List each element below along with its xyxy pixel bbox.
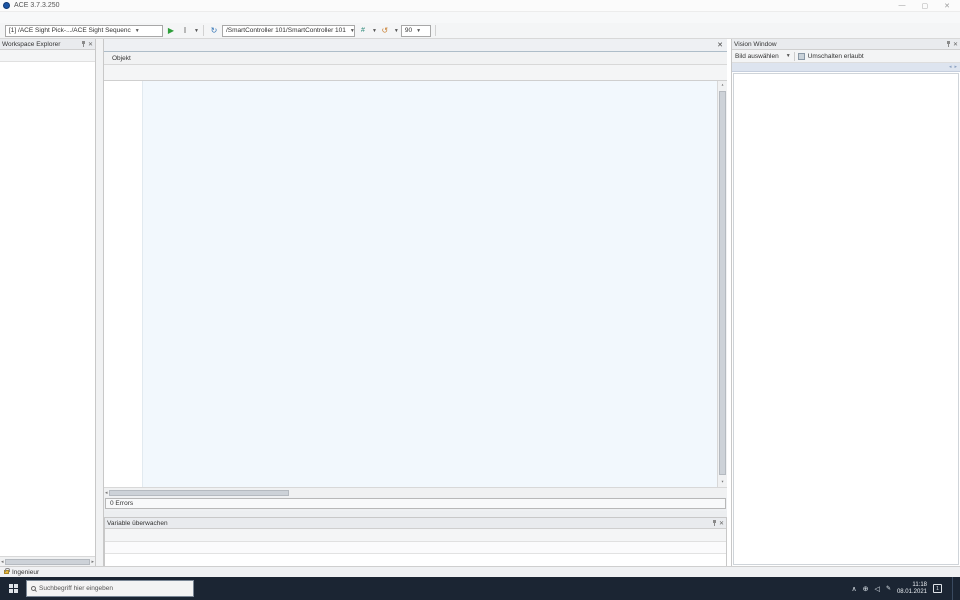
watch-title: Variable überwachen <box>107 520 168 527</box>
pin-icon[interactable] <box>947 41 950 47</box>
objekt-bar[interactable]: Objekt <box>104 52 727 65</box>
close-panel-icon[interactable]: ✕ <box>953 41 958 48</box>
prev-image-icon[interactable]: ◂ <box>949 64 952 70</box>
app-logo-icon <box>3 2 10 9</box>
status-bar: Ingenieur <box>0 566 960 577</box>
jog-pendant-icon[interactable]: # <box>357 25 369 37</box>
code-editor[interactable]: ▴ ▾ <box>104 81 727 487</box>
watch-toolbar <box>105 529 726 542</box>
editor-tab-bar: ✕ <box>104 39 727 52</box>
workspace-tree <box>0 63 95 556</box>
system-tray: ∧ ⊕ ◁ ✎ 11:18 08.01.2021 1 <box>852 577 960 600</box>
left-splitter[interactable] <box>96 39 104 566</box>
refresh-icon[interactable]: ↻ <box>208 25 220 37</box>
task-selector-combo[interactable]: [1] /ACE Sight Pick-.../ACE Sight Sequen… <box>5 25 163 37</box>
menu-bar <box>0 12 960 23</box>
objekt-label: Objekt <box>112 55 131 62</box>
minimize-button[interactable]: — <box>899 2 906 10</box>
close-panel-icon[interactable]: ✕ <box>88 41 93 48</box>
select-image-caret[interactable]: ▼ <box>786 53 791 59</box>
user-role-label: Ingenieur <box>12 569 39 576</box>
pin-icon[interactable] <box>713 520 716 526</box>
controller-combo[interactable]: /SmartController 101/SmartController 101… <box>222 25 355 37</box>
vision-title: Vision Window <box>734 41 777 48</box>
lock-icon <box>4 570 9 574</box>
volume-icon[interactable]: ◁ <box>875 585 880 593</box>
start-button[interactable] <box>0 577 26 600</box>
tray-expand-icon[interactable]: ∧ <box>852 585 857 593</box>
image-nav-strip: ◂ ▸ <box>732 63 960 72</box>
clock[interactable]: 11:18 08.01.2021 <box>897 582 927 596</box>
toggle-allowed-checkbox[interactable] <box>798 53 805 60</box>
variable-watch-panel: Variable überwachen ✕ <box>104 517 727 566</box>
pen-icon[interactable]: ✎ <box>886 585 891 592</box>
watch-header-row <box>105 542 726 554</box>
action-center-icon[interactable]: 1 <box>933 584 942 593</box>
pause-caret[interactable]: ▼ <box>194 28 199 34</box>
vision-window-panel: Vision Window ✕ Bild auswählen ▼ Umschal… <box>731 39 960 566</box>
editor-hscrollbar[interactable]: ◂ <box>104 487 727 497</box>
windows-taskbar: Suchbegriff hier eingeben ∧ ⊕ ◁ ✎ 11:18 … <box>0 577 960 600</box>
power-icon[interactable]: ↺ <box>379 25 391 37</box>
taskbar-search-input[interactable]: Suchbegriff hier eingeben <box>26 580 194 597</box>
run-button[interactable]: ▶ <box>165 25 177 37</box>
editor-vscrollbar[interactable]: ▴ ▾ <box>717 81 727 487</box>
tree-hscrollbar[interactable]: ◂▸ <box>0 556 95 566</box>
error-status-bar: 0 Errors <box>104 497 727 511</box>
pin-icon[interactable] <box>82 41 85 47</box>
error-count: 0 Errors <box>110 500 133 507</box>
editor-toolbar <box>104 65 727 81</box>
jog-caret[interactable]: ▼ <box>372 28 377 34</box>
power-caret[interactable]: ▼ <box>394 28 399 34</box>
editor-panel: ✕ Objekt ▴ ▾ ◂ 0 Errors <box>104 39 727 511</box>
search-icon <box>31 586 36 591</box>
select-image-button[interactable]: Bild auswählen <box>735 53 779 60</box>
speed-combo[interactable]: 90▼ <box>401 25 431 37</box>
workspace-toolbar <box>0 50 95 62</box>
search-placeholder: Suchbegriff hier eingeben <box>39 585 113 592</box>
workspace-explorer-title: Workspace Explorer <box>2 41 60 48</box>
close-button[interactable]: ✕ <box>944 2 950 10</box>
window-title: ACE 3.7.3.250 <box>14 2 60 9</box>
workspace-explorer-panel: Workspace Explorer ✕ ◂▸ <box>0 39 96 566</box>
toggle-allowed-label: Umschalten erlaubt <box>808 53 864 60</box>
title-bar: ACE 3.7.3.250 — ▢ ✕ <box>0 0 960 12</box>
vision-image-area[interactable] <box>733 73 959 565</box>
pause-button[interactable]: ‖ <box>179 25 191 37</box>
tab-close-icon[interactable]: ✕ <box>717 41 723 49</box>
maximize-button[interactable]: ▢ <box>922 2 929 10</box>
next-image-icon[interactable]: ▸ <box>954 64 957 70</box>
close-panel-icon[interactable]: ✕ <box>719 520 724 527</box>
main-toolbar: [1] /ACE Sight Pick-.../ACE Sight Sequen… <box>0 23 960 39</box>
show-desktop-button[interactable] <box>952 577 955 600</box>
network-icon[interactable]: ⊕ <box>863 585 869 593</box>
